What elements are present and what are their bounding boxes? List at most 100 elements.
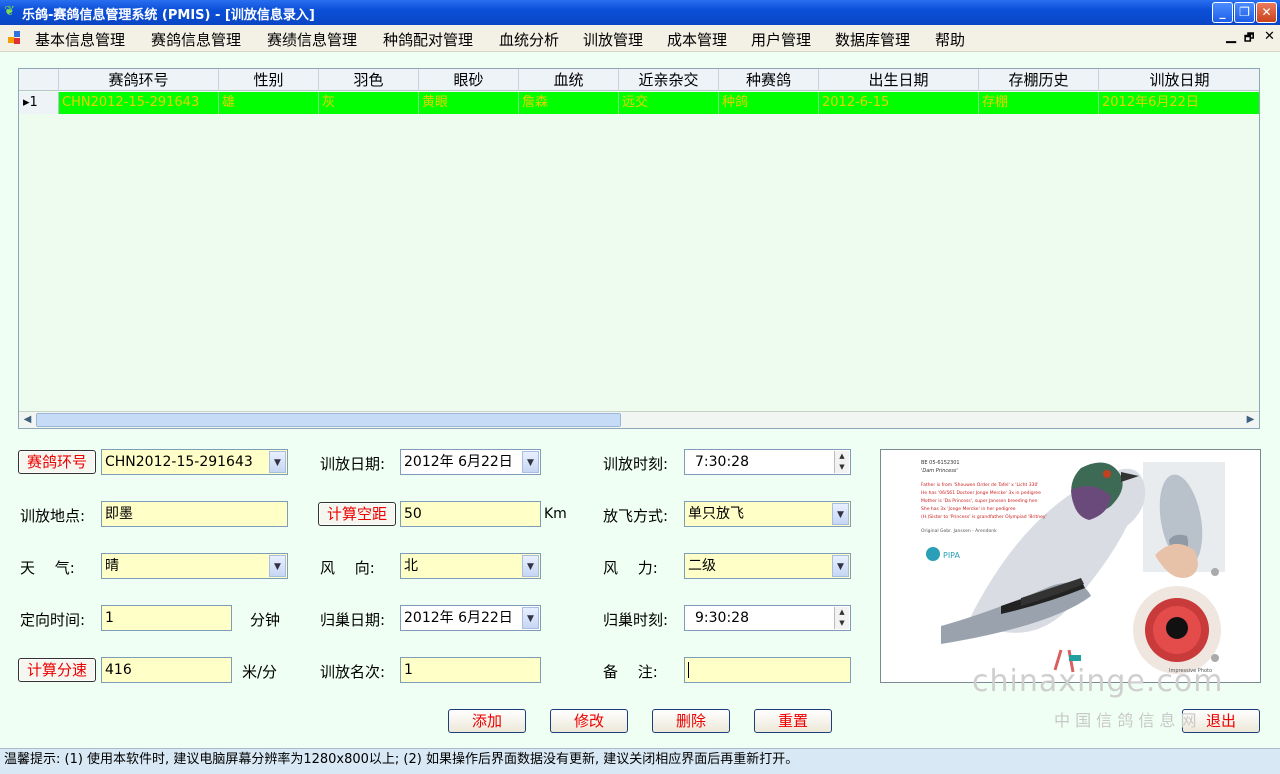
- chevron-down-icon[interactable]: ▼: [832, 555, 849, 577]
- rank-value: 1: [404, 662, 413, 678]
- train-time-input[interactable]: 7:30:28 ▲ ▼: [684, 449, 851, 475]
- wind-force-label: 风 力:: [603, 559, 658, 577]
- watermark-name: 中 国 信 鸽 信 息 网: [1054, 711, 1197, 730]
- speed-value: 416: [105, 662, 132, 678]
- cell-breeder-racer[interactable]: 种鸽: [719, 92, 819, 114]
- cell-ring-number[interactable]: CHN2012-15-291643: [59, 92, 219, 114]
- table-row[interactable]: ▸1 CHN2012-15-291643 雄 灰 黄眼 詹森 远交 种鸽 201…: [19, 92, 1259, 114]
- add-button[interactable]: 添加: [448, 709, 526, 733]
- cell-birth-date[interactable]: 2012-6-15: [819, 92, 979, 114]
- col-feather-color[interactable]: 羽色: [319, 69, 419, 91]
- rank-input[interactable]: 1: [400, 657, 541, 683]
- return-time-input[interactable]: 9:30:28 ▲ ▼: [684, 605, 851, 631]
- card-line: 'Dam Princess': [921, 468, 958, 474]
- chevron-down-icon[interactable]: ▼: [269, 451, 286, 473]
- scroll-left-icon[interactable]: ◀: [19, 412, 36, 428]
- watermark-site: chinaxinge.com: [972, 664, 1224, 699]
- wind-force-value: 二级: [688, 558, 716, 574]
- col-eye-sign[interactable]: 眼砂: [419, 69, 519, 91]
- distance-input[interactable]: 50: [400, 501, 541, 527]
- return-time-label: 归巢时刻:: [603, 611, 669, 629]
- cell-loft-history[interactable]: 存棚: [979, 92, 1099, 114]
- close-button[interactable]: ✕: [1256, 2, 1277, 23]
- col-sex[interactable]: 性别: [219, 69, 319, 91]
- status-text: 温馨提示: (1) 使用本软件时, 建议电脑屏幕分辨率为1280x800以上; …: [4, 752, 799, 767]
- mdi-minimize-button[interactable]: ▁: [1226, 29, 1236, 44]
- card-line: Father is from 'Shouwen Order de Tafel' …: [921, 482, 1039, 488]
- col-breeder-racer[interactable]: 种赛鸽: [719, 69, 819, 91]
- cell-feather-color[interactable]: 灰: [319, 92, 419, 114]
- speed-unit: 米/分: [242, 663, 278, 681]
- col-inbreeding[interactable]: 近亲杂交: [619, 69, 719, 91]
- cell-bloodline[interactable]: 詹森: [519, 92, 619, 114]
- cell-inbreeding[interactable]: 远交: [619, 92, 719, 114]
- wind-force-combo[interactable]: 二级 ▼: [684, 553, 851, 579]
- train-time-spinner[interactable]: ▲ ▼: [834, 451, 849, 473]
- col-ring-number[interactable]: 赛鸽环号: [59, 69, 219, 91]
- spin-down-icon[interactable]: ▼: [835, 462, 849, 473]
- col-birth-date[interactable]: 出生日期: [819, 69, 979, 91]
- cell-training-date[interactable]: 2012年6月22日: [1099, 92, 1259, 114]
- weather-combo[interactable]: 晴 ▼: [101, 553, 288, 579]
- mdi-child-icon[interactable]: [8, 31, 22, 45]
- menu-bar: 基本信息管理 赛鸽信息管理 赛绩信息管理 种鸽配对管理 血统分析 训放管理 成本…: [0, 25, 1280, 52]
- ring-number-button[interactable]: 赛鸽环号: [18, 450, 96, 474]
- delete-button[interactable]: 删除: [652, 709, 730, 733]
- menu-pigeon-info[interactable]: 赛鸽信息管理: [151, 29, 241, 50]
- reset-button[interactable]: 重置: [754, 709, 832, 733]
- training-records-grid[interactable]: 赛鸽环号 性别 羽色 眼砂 血统 近亲杂交 种赛鸽 出生日期 存棚历史 训放日期…: [18, 68, 1260, 429]
- chevron-down-icon[interactable]: ▼: [522, 555, 539, 577]
- menu-database[interactable]: 数据库管理: [835, 29, 910, 50]
- wind-direction-combo[interactable]: 北 ▼: [400, 553, 541, 579]
- train-time-value: 7:30:28: [695, 454, 749, 470]
- restore-button[interactable]: ❐: [1234, 2, 1255, 23]
- edit-button[interactable]: 修改: [550, 709, 628, 733]
- orient-time-input[interactable]: 1: [101, 605, 232, 631]
- train-date-label: 训放日期:: [320, 455, 386, 473]
- mdi-restore-button[interactable]: 🗗: [1244, 29, 1254, 48]
- spin-down-icon[interactable]: ▼: [835, 618, 849, 629]
- menu-breeding-pairs[interactable]: 种鸽配对管理: [383, 29, 473, 50]
- release-mode-combo[interactable]: 单只放飞 ▼: [684, 501, 851, 527]
- mdi-close-button[interactable]: ✕: [1264, 29, 1275, 44]
- scroll-thumb[interactable]: [36, 413, 621, 427]
- grid-corner: [19, 69, 59, 91]
- rank-label: 训放名次:: [320, 663, 386, 681]
- spin-up-icon[interactable]: ▲: [835, 451, 849, 462]
- spin-up-icon[interactable]: ▲: [835, 607, 849, 618]
- ring-number-combo[interactable]: CHN2012-15-291643 ▼: [101, 449, 288, 475]
- app-icon: ❦: [4, 4, 15, 19]
- orient-time-unit: 分钟: [250, 611, 281, 629]
- chevron-down-icon[interactable]: ▼: [522, 607, 539, 629]
- chevron-down-icon[interactable]: ▼: [269, 555, 286, 577]
- speed-input[interactable]: 416: [101, 657, 232, 683]
- menu-race-results[interactable]: 赛绩信息管理: [267, 29, 357, 50]
- cell-sex[interactable]: 雄: [219, 92, 319, 114]
- grid-header: 赛鸽环号 性别 羽色 眼砂 血统 近亲杂交 种赛鸽 出生日期 存棚历史 训放日期: [19, 69, 1259, 91]
- menu-basic-info[interactable]: 基本信息管理: [35, 29, 125, 50]
- chevron-down-icon[interactable]: ▼: [522, 451, 539, 473]
- menu-pedigree[interactable]: 血统分析: [499, 29, 559, 50]
- calc-speed-button[interactable]: 计算分速: [18, 658, 96, 682]
- menu-help[interactable]: 帮助: [935, 29, 965, 50]
- menu-training[interactable]: 训放管理: [583, 29, 643, 50]
- scroll-right-icon[interactable]: ▶: [1242, 412, 1259, 428]
- calc-distance-button[interactable]: 计算空距: [318, 502, 396, 526]
- note-input[interactable]: [684, 657, 851, 683]
- minimize-button[interactable]: _: [1212, 2, 1233, 23]
- wind-direction-label: 风 向:: [320, 559, 375, 577]
- col-training-date[interactable]: 训放日期: [1099, 69, 1259, 91]
- cell-eye-sign[interactable]: 黄眼: [419, 92, 519, 114]
- menu-cost[interactable]: 成本管理: [667, 29, 727, 50]
- return-date-picker[interactable]: 2012年 6月22日 ▼: [400, 605, 541, 631]
- location-input[interactable]: 即墨: [101, 501, 288, 527]
- chevron-down-icon[interactable]: ▼: [832, 503, 849, 525]
- distance-unit: Km: [544, 506, 567, 522]
- menu-users[interactable]: 用户管理: [751, 29, 811, 50]
- return-time-spinner[interactable]: ▲ ▼: [834, 607, 849, 629]
- horizontal-scrollbar[interactable]: ◀ ▶: [19, 411, 1259, 428]
- train-date-picker[interactable]: 2012年 6月22日 ▼: [400, 449, 541, 475]
- col-loft-history[interactable]: 存棚历史: [979, 69, 1099, 91]
- col-bloodline[interactable]: 血统: [519, 69, 619, 91]
- row-header[interactable]: ▸1: [19, 92, 59, 114]
